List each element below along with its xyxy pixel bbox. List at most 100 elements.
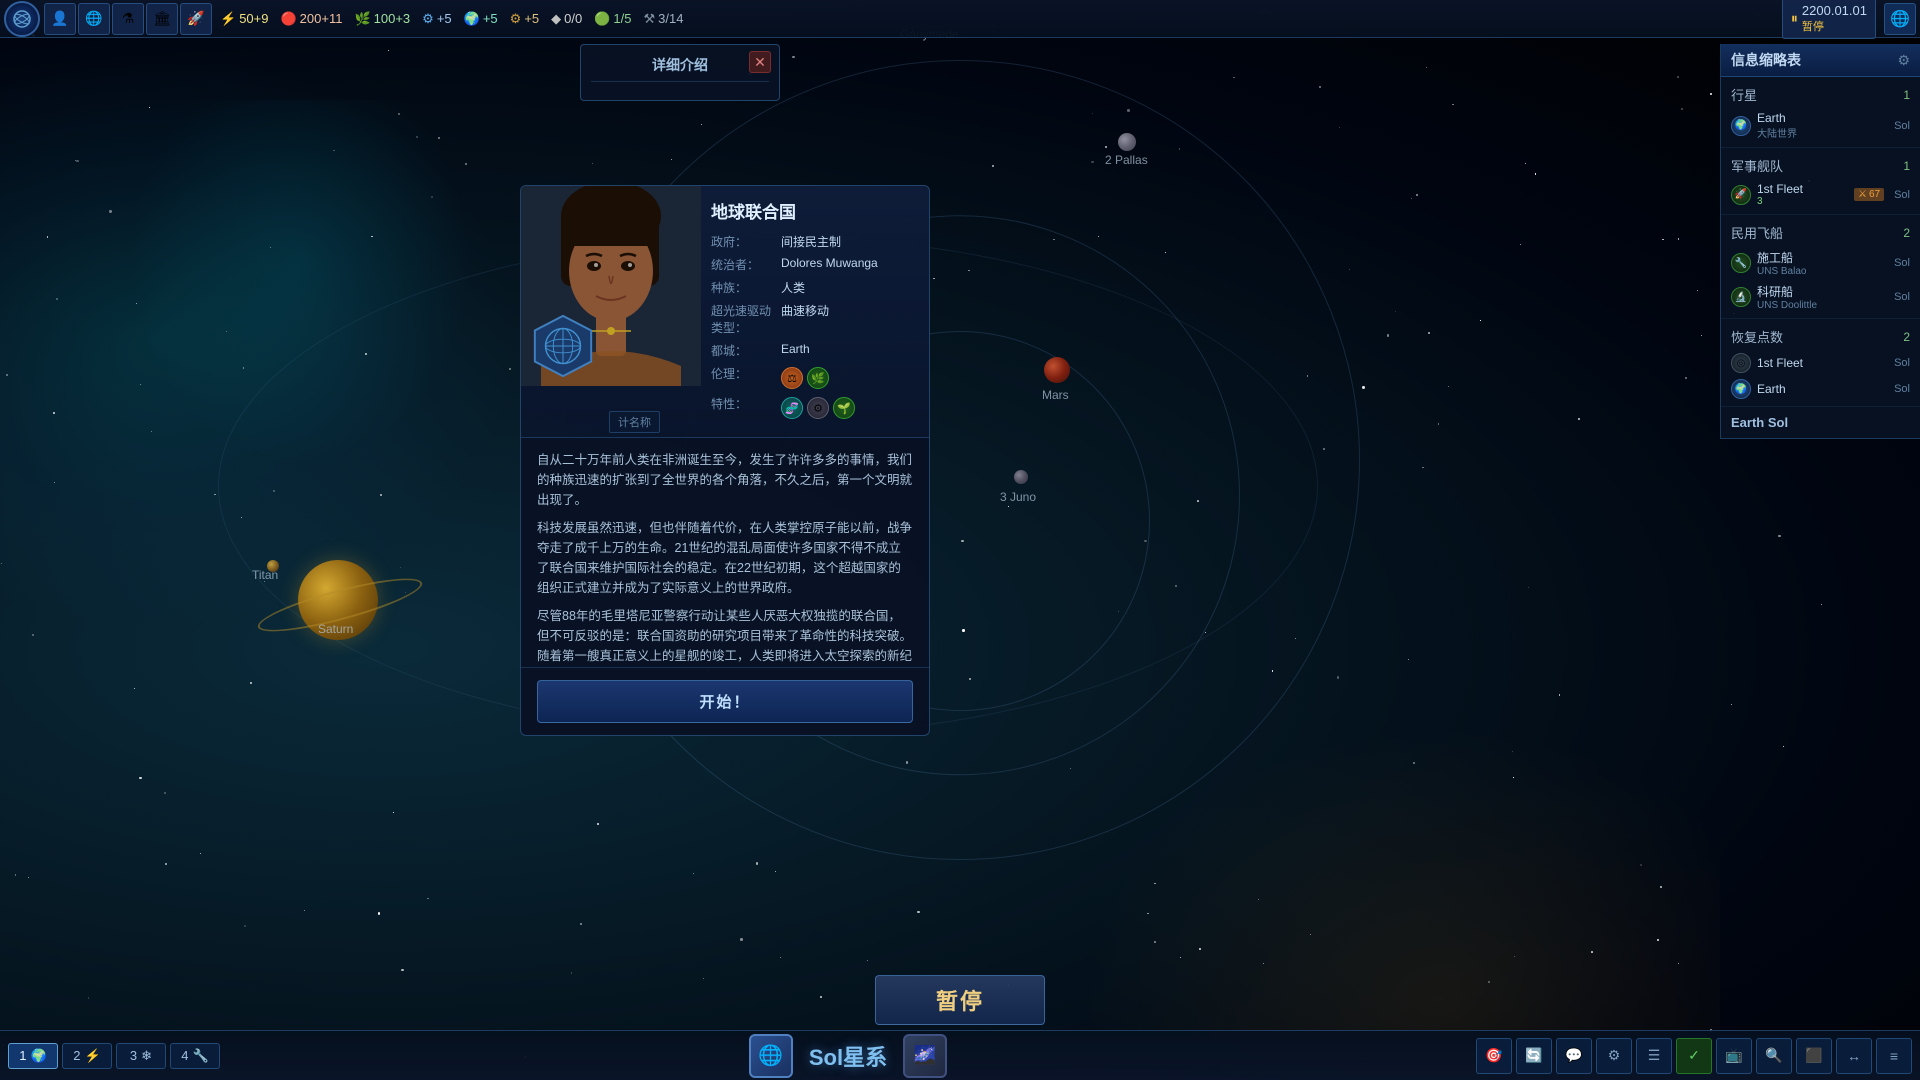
fleet-item-1[interactable]: 🚀 1st Fleet 3 ⚔ 67 Sol <box>1721 179 1920 210</box>
icon-btn-1[interactable]: 👤 <box>44 3 76 35</box>
tab2-number: 2 <box>73 1048 80 1063</box>
date-group: 2200.01.01 暂停 <box>1802 3 1867 34</box>
br-btn-check[interactable]: ✓ <box>1676 1038 1712 1074</box>
resource-unity: ⚙ +5 <box>510 11 539 27</box>
recovery-fleet-icon: ◎ <box>1731 353 1751 373</box>
planet-juno[interactable] <box>1014 470 1028 484</box>
field-traits: 特性： 🧬 ⚙ 🌱 <box>711 395 919 419</box>
fleet-badge: ⚔ 67 <box>1854 188 1884 201</box>
right-panel: 信息缩略表 ⚙ 行星 1 🌍 Earth 大陆世界 Sol 军事舰队 1 🚀 1… <box>1720 44 1920 439</box>
label-juno: 3 Juno <box>1000 490 1036 504</box>
bottom-tab-3[interactable]: 3 ❄ <box>116 1043 166 1069</box>
pause-overlay-text: 暂停 <box>936 989 984 1014</box>
tab3-icon: ❄ <box>141 1048 152 1064</box>
fleet-icon: 🚀 <box>1731 185 1751 205</box>
earth-planet-icon: 🌍 <box>1731 116 1751 136</box>
nation-info: 地球联合国 政府： 间接民主制 统治者： Dolores Muwanga 种族：… <box>701 186 929 437</box>
recovery-earth-info: Earth <box>1757 382 1888 396</box>
planet-mars[interactable] <box>1044 357 1070 383</box>
civilian-section-header: 民用飞船 2 <box>1721 219 1920 246</box>
br-btn-5[interactable]: ☰ <box>1636 1038 1672 1074</box>
right-panel-settings-icon[interactable]: ⚙ <box>1897 52 1910 69</box>
pause-overlay: 暂停 <box>875 975 1045 1025</box>
fleet-section-header: 军事舰队 1 <box>1721 152 1920 179</box>
resource-consumer: ⚒ 3/14 <box>643 11 683 27</box>
detail-dialog-close[interactable]: ✕ <box>749 51 771 73</box>
tab2-icon: ⚡ <box>85 1048 101 1064</box>
field-ruler: 统治者： Dolores Muwanga <box>711 256 919 273</box>
recovery-section: 恢复点数 2 ◎ 1st Fleet Sol 🌍 Earth Sol <box>1721 319 1920 407</box>
label-saturn: Saturn <box>318 622 353 636</box>
top-icon-group: 👤 🌐 ⚗ 🏛 🚀 <box>44 3 212 35</box>
icon-btn-4[interactable]: 🏛 <box>146 3 178 35</box>
planet-item-earth[interactable]: 🌍 Earth 大陆世界 Sol <box>1721 108 1920 143</box>
icon-btn-5[interactable]: 🚀 <box>180 3 212 35</box>
br-btn-layer[interactable]: ⬛ <box>1796 1038 1832 1074</box>
bottom-right-buttons: 🎯 🔄 💬 ⚙ ☰ ✓ 📺 🔍 ⬛ ↔ ≡ <box>1476 1038 1912 1074</box>
resource-minerals: 🔴 200+11 <box>280 11 342 27</box>
pause-icon: ⏸ <box>1791 10 1798 27</box>
br-btn-3[interactable]: 💬 <box>1556 1038 1592 1074</box>
nation-name: 地球联合国 <box>711 198 919 223</box>
top-bar: 👤 🌐 ⚗ 🏛 🚀 ⚡ 50+9 🔴 200+11 🌿 100+3 ⚙ +5 🌍… <box>0 0 1920 38</box>
field-ethics: 伦理： ⚖ 🌿 <box>711 365 919 389</box>
system-icon-button[interactable]: 🌐 <box>749 1034 793 1078</box>
tab4-icon: 🔧 <box>193 1048 209 1064</box>
fleet-section: 军事舰队 1 🚀 1st Fleet 3 ⚔ 67 Sol <box>1721 148 1920 215</box>
trait-icon-2: ⚙ <box>807 397 829 419</box>
fleet-info: 1st Fleet 3 <box>1757 182 1848 207</box>
right-panel-title: 信息缩略表 <box>1731 50 1801 70</box>
recovery-earth-icon: 🌍 <box>1731 379 1751 399</box>
resource-bar: ⚡ 50+9 🔴 200+11 🌿 100+3 ⚙ +5 🌍 +5 ⚙ +5 ◆… <box>220 11 1782 27</box>
resource-science: ⚙ +5 <box>422 11 451 27</box>
earth-sol-label-container: Earth Sol <box>1721 407 1920 430</box>
br-btn-display[interactable]: 📺 <box>1716 1038 1752 1074</box>
recovery-item-1[interactable]: ◎ 1st Fleet Sol <box>1721 350 1920 376</box>
br-btn-settings2[interactable]: ↔ <box>1836 1038 1872 1074</box>
bottom-tab-1[interactable]: 1 🌍 <box>8 1043 58 1069</box>
br-btn-4[interactable]: ⚙ <box>1596 1038 1632 1074</box>
br-btn-2[interactable]: 🔄 <box>1516 1038 1552 1074</box>
game-logo[interactable] <box>4 1 40 37</box>
resource-energy: ⚡ 50+9 <box>220 11 268 27</box>
pause-button[interactable]: ⏸ 2200.01.01 暂停 <box>1782 0 1876 39</box>
icon-btn-3[interactable]: ⚗ <box>112 3 144 35</box>
galaxy-icon-button[interactable]: 🌌 <box>903 1034 947 1078</box>
field-capital: 都城： Earth <box>711 342 919 359</box>
bottom-tab-4[interactable]: 4 🔧 <box>170 1043 220 1069</box>
field-ftl: 超光速驱动类型： 曲速移动 <box>711 302 919 336</box>
tab3-number: 3 <box>130 1048 137 1063</box>
ethics-icon-1: ⚖ <box>781 367 803 389</box>
construction-ship-info: 施工船 UNS Balao <box>1757 249 1888 277</box>
ethics-icon-2: 🌿 <box>807 367 829 389</box>
detail-dialog-title: 详细介绍 <box>591 55 769 82</box>
bottom-center: 🌐 Sol星系 🌌 <box>220 1034 1476 1078</box>
civilian-section: 民用飞船 2 🔧 施工船 UNS Balao Sol 🔬 科研船 UNS Doo… <box>1721 215 1920 319</box>
label-pallas: 2 Pallas <box>1105 153 1148 167</box>
top-right-globe-btn[interactable]: 🌐 <box>1884 3 1916 35</box>
earth-sol-label: Earth Sol <box>1731 415 1910 430</box>
recovery-item-2[interactable]: 🌍 Earth Sol <box>1721 376 1920 402</box>
civilian-item-2[interactable]: 🔬 科研船 UNS Doolittle Sol <box>1721 280 1920 314</box>
bottom-bar: 1 🌍 2 ⚡ 3 ❄ 4 🔧 🌐 Sol星系 🌌 🎯 🔄 💬 ⚙ ☰ ✓ 📺 … <box>0 1030 1920 1080</box>
planet-pallas[interactable] <box>1118 133 1136 151</box>
detail-dialog: 详细介绍 ✕ <box>580 44 780 101</box>
trait-icon-3: 🌱 <box>833 397 855 419</box>
br-btn-1[interactable]: 🎯 <box>1476 1038 1512 1074</box>
civilian-item-1[interactable]: 🔧 施工船 UNS Balao Sol <box>1721 246 1920 280</box>
leader-portrait <box>521 186 701 386</box>
science-ship-info: 科研船 UNS Doolittle <box>1757 283 1888 311</box>
br-btn-zoom[interactable]: 🔍 <box>1756 1038 1792 1074</box>
bottom-tab-2[interactable]: 2 ⚡ <box>62 1043 112 1069</box>
portrait-name-badge: 计名称 <box>609 411 660 433</box>
icon-btn-2[interactable]: 🌐 <box>78 3 110 35</box>
tab1-number: 1 <box>19 1048 26 1063</box>
system-name: Sol星系 <box>809 1040 887 1072</box>
label-mars: Mars <box>1042 388 1069 402</box>
start-button[interactable]: 开始！ <box>537 680 913 723</box>
br-btn-menu[interactable]: ≡ <box>1876 1038 1912 1074</box>
bottom-tabs: 1 🌍 2 ⚡ 3 ❄ 4 🔧 <box>8 1043 220 1069</box>
tab1-icon: 🌍 <box>31 1048 47 1064</box>
recovery-fleet-info: 1st Fleet <box>1757 356 1888 370</box>
planets-section: 行星 1 🌍 Earth 大陆世界 Sol <box>1721 77 1920 148</box>
